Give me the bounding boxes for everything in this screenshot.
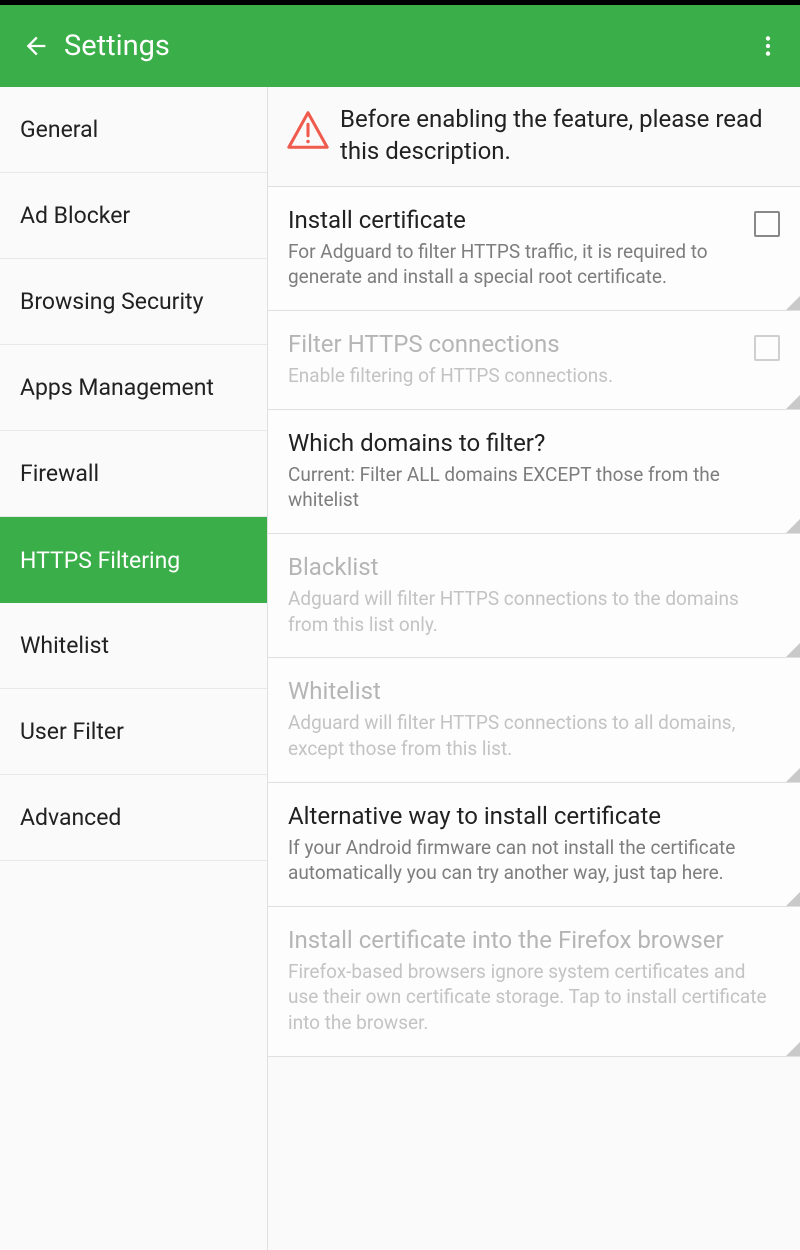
sidebar-item-general[interactable]: General [0,87,267,173]
sidebar-item-browsing-security[interactable]: Browsing Security [0,259,267,345]
sidebar-item-whitelist[interactable]: Whitelist [0,603,267,689]
sidebar-item-advanced[interactable]: Advanced [0,775,267,861]
app-header: Settings [0,5,800,87]
setting-row: Whitelist Adguard will filter HTTPS conne… [268,658,800,782]
setting-title: Which domains to filter? [288,428,768,458]
setting-title: Filter HTTPS connections [288,329,742,359]
warning-text: Before enabling the feature, please read… [334,103,782,168]
setting-title: Blacklist [288,552,768,582]
setting-row[interactable]: Install certificate For Adguard to filter… [268,187,800,311]
setting-description: Current: Filter ALL domains EXCEPT those… [288,462,768,513]
checkbox [754,335,780,361]
sidebar-item-label: Advanced [20,804,121,831]
sidebar-item-label: User Filter [20,718,124,745]
more-vert-icon [755,33,781,59]
sidebar-item-label: Browsing Security [20,288,203,315]
setting-description: Adguard will filter HTTPS connections to… [288,586,768,637]
back-button[interactable] [12,32,64,60]
setting-description: Enable filtering of HTTPS connections. [288,363,742,389]
arrow-left-icon [22,32,50,60]
sidebar-item-firewall[interactable]: Firewall [0,431,267,517]
sidebar-item-ad-blocker[interactable]: Ad Blocker [0,173,267,259]
resize-corner-icon [786,296,800,310]
setting-title: Whitelist [288,676,768,706]
setting-row[interactable]: Alternative way to install certificate If… [268,783,800,907]
setting-description: If your Android firmware can not install… [288,835,768,886]
overflow-menu-button[interactable] [748,33,788,59]
warning-icon [282,103,334,153]
warning-banner[interactable]: Before enabling the feature, please read… [268,87,800,187]
settings-panel: Before enabling the feature, please read… [268,87,800,1250]
setting-description: Firefox-based browsers ignore system cer… [288,959,768,1036]
sidebar-item-label: Apps Management [20,374,214,401]
resize-corner-icon [786,1042,800,1056]
page-title: Settings [64,29,748,63]
setting-row: Install certificate into the Firefox bro… [268,907,800,1057]
setting-row[interactable]: Which domains to filter? Current: Filter … [268,410,800,534]
sidebar-item-label: Whitelist [20,632,109,659]
resize-corner-icon [786,643,800,657]
resize-corner-icon [786,395,800,409]
checkbox[interactable] [754,211,780,237]
setting-description: For Adguard to filter HTTPS traffic, it … [288,239,742,290]
sidebar-item-apps-management[interactable]: Apps Management [0,345,267,431]
setting-title: Install certificate into the Firefox bro… [288,925,768,955]
resize-corner-icon [786,892,800,906]
sidebar-item-label: HTTPS Filtering [20,547,180,574]
sidebar-item-https-filtering[interactable]: HTTPS Filtering [0,517,267,603]
setting-title: Alternative way to install certificate [288,801,768,831]
sidebar-item-user-filter[interactable]: User Filter [0,689,267,775]
setting-title: Install certificate [288,205,742,235]
setting-row: Filter HTTPS connections Enable filtering… [268,311,800,410]
sidebar: General Ad Blocker Browsing Security Apps M… [0,87,268,1250]
sidebar-item-label: Ad Blocker [20,202,130,229]
setting-row: Blacklist Adguard will filter HTTPS conne… [268,534,800,658]
sidebar-item-label: General [20,116,98,143]
resize-corner-icon [786,768,800,782]
setting-description: Adguard will filter HTTPS connections to… [288,710,768,761]
sidebar-item-label: Firewall [20,460,99,487]
resize-corner-icon [786,519,800,533]
